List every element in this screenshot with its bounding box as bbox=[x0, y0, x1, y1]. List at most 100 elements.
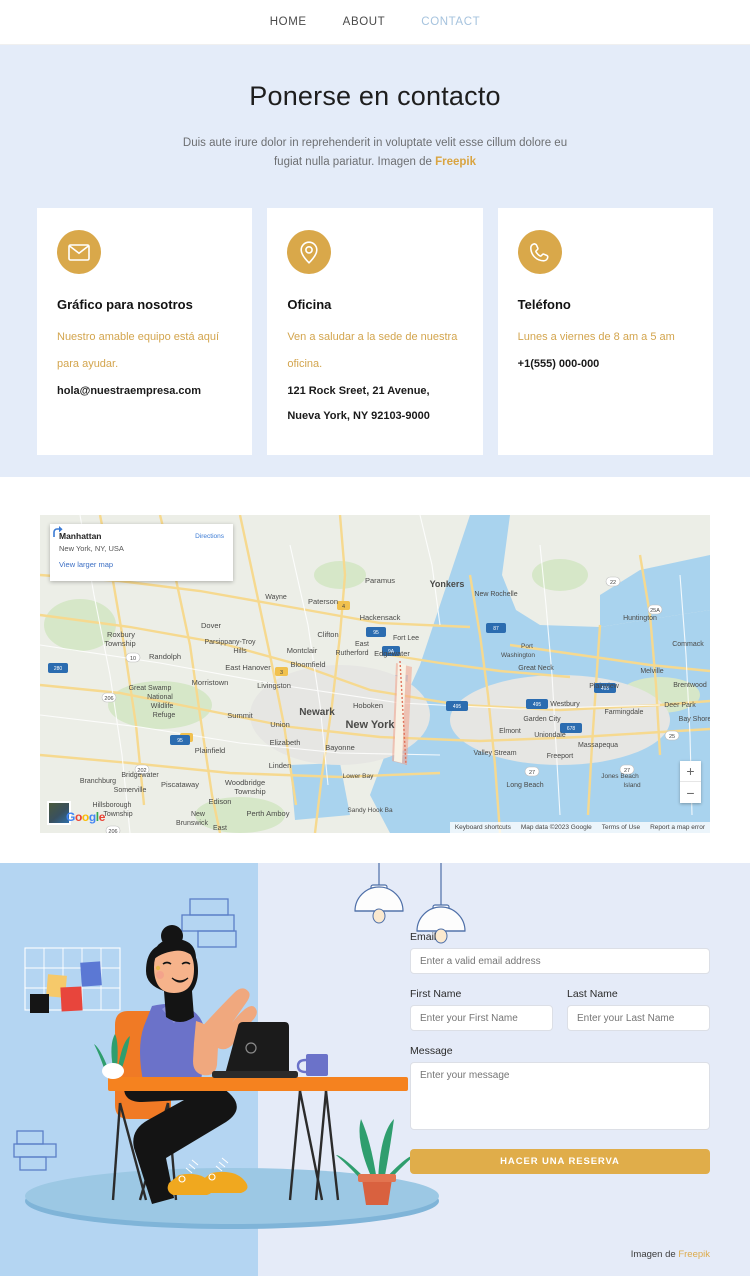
map-place-label: New Rochelle bbox=[474, 591, 517, 598]
map-place-label: Plainfield bbox=[195, 746, 225, 755]
svg-text:25A: 25A bbox=[650, 608, 660, 614]
map-place-label: Great Swamp bbox=[129, 685, 172, 692]
map-place-label: Yonkers bbox=[430, 579, 465, 589]
map-section: 4 3 9 22 25A 25 27 27 206 202 206 10 bbox=[0, 477, 750, 863]
card-title: Teléfono bbox=[517, 297, 571, 312]
email-label: Email bbox=[410, 931, 437, 943]
map-place-label: Wayne bbox=[265, 594, 287, 601]
svg-text:495: 495 bbox=[533, 702, 542, 708]
map-zoom-controls[interactable]: + − bbox=[680, 761, 701, 803]
hero-subtitle-line2: fugiat nulla pariatur. Imagen de bbox=[273, 156, 436, 168]
top-navbar: HOME ABOUT CONTACT bbox=[0, 0, 750, 45]
map-place-label: Lower Bay bbox=[343, 773, 374, 780]
map-place-label: Township bbox=[104, 639, 135, 648]
map-place-label: Long Beach bbox=[506, 782, 543, 789]
directions-label: Directions bbox=[195, 533, 224, 540]
map-place-label: Paramus bbox=[365, 576, 395, 585]
map-place-label: East bbox=[213, 825, 227, 832]
svg-text:280: 280 bbox=[54, 666, 63, 672]
svg-text:4: 4 bbox=[342, 604, 345, 610]
svg-text:10: 10 bbox=[130, 656, 136, 662]
email-field[interactable] bbox=[410, 948, 710, 974]
terms-of-use-link[interactable]: Terms of Use bbox=[597, 822, 645, 833]
map-place-label: Wildlife bbox=[151, 703, 174, 710]
directions-icon bbox=[53, 526, 63, 537]
image-credit-prefix: Imagen de bbox=[630, 1249, 679, 1260]
map-place-label: Brentwood bbox=[673, 682, 707, 689]
submit-reservation-button[interactable]: HACER UNA RESERVA bbox=[410, 1149, 710, 1174]
hero-subtitle: Duis aute irure dolor in reprehenderit i… bbox=[175, 134, 575, 172]
contact-card-email: Gráfico para nosotros Nuestro amable equ… bbox=[37, 208, 253, 455]
map-place-label: Sandy Hook Ba bbox=[347, 807, 393, 814]
phone-icon bbox=[517, 230, 562, 274]
card-title: Oficina bbox=[287, 297, 332, 312]
nav-item-home[interactable]: HOME bbox=[270, 16, 307, 28]
first-name-group: First Name bbox=[410, 988, 553, 1031]
pinboard bbox=[24, 947, 121, 1013]
nav-item-about[interactable]: ABOUT bbox=[343, 16, 386, 28]
map-place-label: Port bbox=[521, 643, 533, 650]
map-place-label: Roxbury bbox=[107, 630, 135, 639]
map-place-label: Deer Park bbox=[664, 702, 696, 709]
map-place-label: Uniondale bbox=[534, 732, 566, 739]
map-place-label: Edison bbox=[209, 797, 232, 806]
freepik-link-hero[interactable]: Freepik bbox=[435, 156, 476, 168]
map-place-label: Clifton bbox=[317, 630, 338, 639]
view-larger-map-link[interactable]: View larger map bbox=[59, 560, 124, 569]
card-address-line1: 121 Rock Sreet, 21 Avenue, bbox=[287, 385, 430, 397]
map-info-subtitle: New York, NY, USA bbox=[59, 544, 124, 553]
google-logo: Google bbox=[66, 810, 105, 824]
map-place-label: Linden bbox=[269, 761, 292, 770]
message-field[interactable] bbox=[410, 1062, 710, 1130]
map-place-label: National bbox=[147, 694, 173, 701]
report-map-error-link[interactable]: Report a map error bbox=[645, 822, 710, 833]
svg-text:3: 3 bbox=[280, 670, 283, 676]
map-info-card[interactable]: Manhattan New York, NY, USA View larger … bbox=[50, 524, 233, 581]
map-data-label: Map data ©2023 Google bbox=[520, 824, 592, 831]
map-zoom-out-button[interactable]: − bbox=[680, 782, 701, 803]
map-place-label: Branchburg bbox=[80, 778, 116, 785]
map-place-label: Hackensack bbox=[360, 613, 401, 622]
page-root: HOME ABOUT CONTACT Ponerse en contacto D… bbox=[0, 0, 750, 1276]
map-place-label: Paterson bbox=[308, 597, 338, 606]
map-place-label: Union bbox=[270, 720, 290, 729]
map-zoom-in-button[interactable]: + bbox=[680, 761, 701, 782]
map-place-label: Bridgewater bbox=[121, 772, 159, 779]
last-name-label: Last Name bbox=[567, 988, 618, 1000]
map-place-label: Bloomfield bbox=[290, 660, 325, 669]
map-place-label: Washington bbox=[501, 652, 535, 659]
card-note-line1: Ven a saludar a la sede de nuestra bbox=[287, 331, 458, 343]
svg-text:495: 495 bbox=[453, 704, 462, 710]
hero-section: Ponerse en contacto Duis aute irure dolo… bbox=[0, 45, 750, 200]
card-note-line2: oficina. bbox=[287, 358, 323, 370]
contact-cards-section: Gráfico para nosotros Nuestro amable equ… bbox=[0, 200, 750, 477]
svg-text:678: 678 bbox=[567, 726, 576, 732]
svg-text:95: 95 bbox=[373, 630, 379, 636]
svg-text:95: 95 bbox=[177, 738, 183, 744]
card-email-value[interactable]: hola@nuestraempresa.com bbox=[57, 379, 232, 404]
card-title: Gráfico para nosotros bbox=[57, 297, 193, 312]
card-note-line1: Nuestro amable equipo está aquí bbox=[57, 331, 220, 343]
keyboard-shortcuts-link[interactable]: Keyboard shortcuts bbox=[450, 822, 516, 833]
map-place-label: Hills bbox=[233, 648, 247, 655]
map-place-label: Valley Stream bbox=[473, 750, 516, 757]
map-place-label: Melville bbox=[640, 668, 663, 675]
card-phone-value[interactable]: +1(555) 000-000 bbox=[518, 352, 693, 377]
map-place-label: Township bbox=[103, 811, 132, 818]
map-place-label: Island bbox=[623, 782, 641, 789]
map-place-label: Huntington bbox=[623, 615, 657, 622]
map-place-label: New York bbox=[345, 719, 395, 731]
map-place-label: Livingston bbox=[257, 681, 291, 690]
last-name-field[interactable] bbox=[567, 1005, 710, 1031]
map-place-label: Massapequa bbox=[578, 742, 618, 749]
message-group: Message bbox=[410, 1045, 710, 1135]
contact-card-phone: Teléfono Lunes a viernes de 8 am a 5 am … bbox=[497, 208, 713, 455]
contact-card-office: Oficina Ven a saludar a la sede de nuest… bbox=[267, 208, 483, 455]
freepik-link-footer[interactable]: Freepik bbox=[678, 1249, 710, 1260]
nav-item-contact[interactable]: CONTACT bbox=[421, 16, 480, 28]
first-name-field[interactable] bbox=[410, 1005, 553, 1031]
image-credit: Imagen de Freepik bbox=[631, 1249, 710, 1260]
map-place-label: Freeport bbox=[547, 753, 574, 760]
directions-button[interactable]: Directions bbox=[53, 526, 224, 574]
google-map[interactable]: 4 3 9 22 25A 25 27 27 206 202 206 10 bbox=[40, 515, 710, 833]
